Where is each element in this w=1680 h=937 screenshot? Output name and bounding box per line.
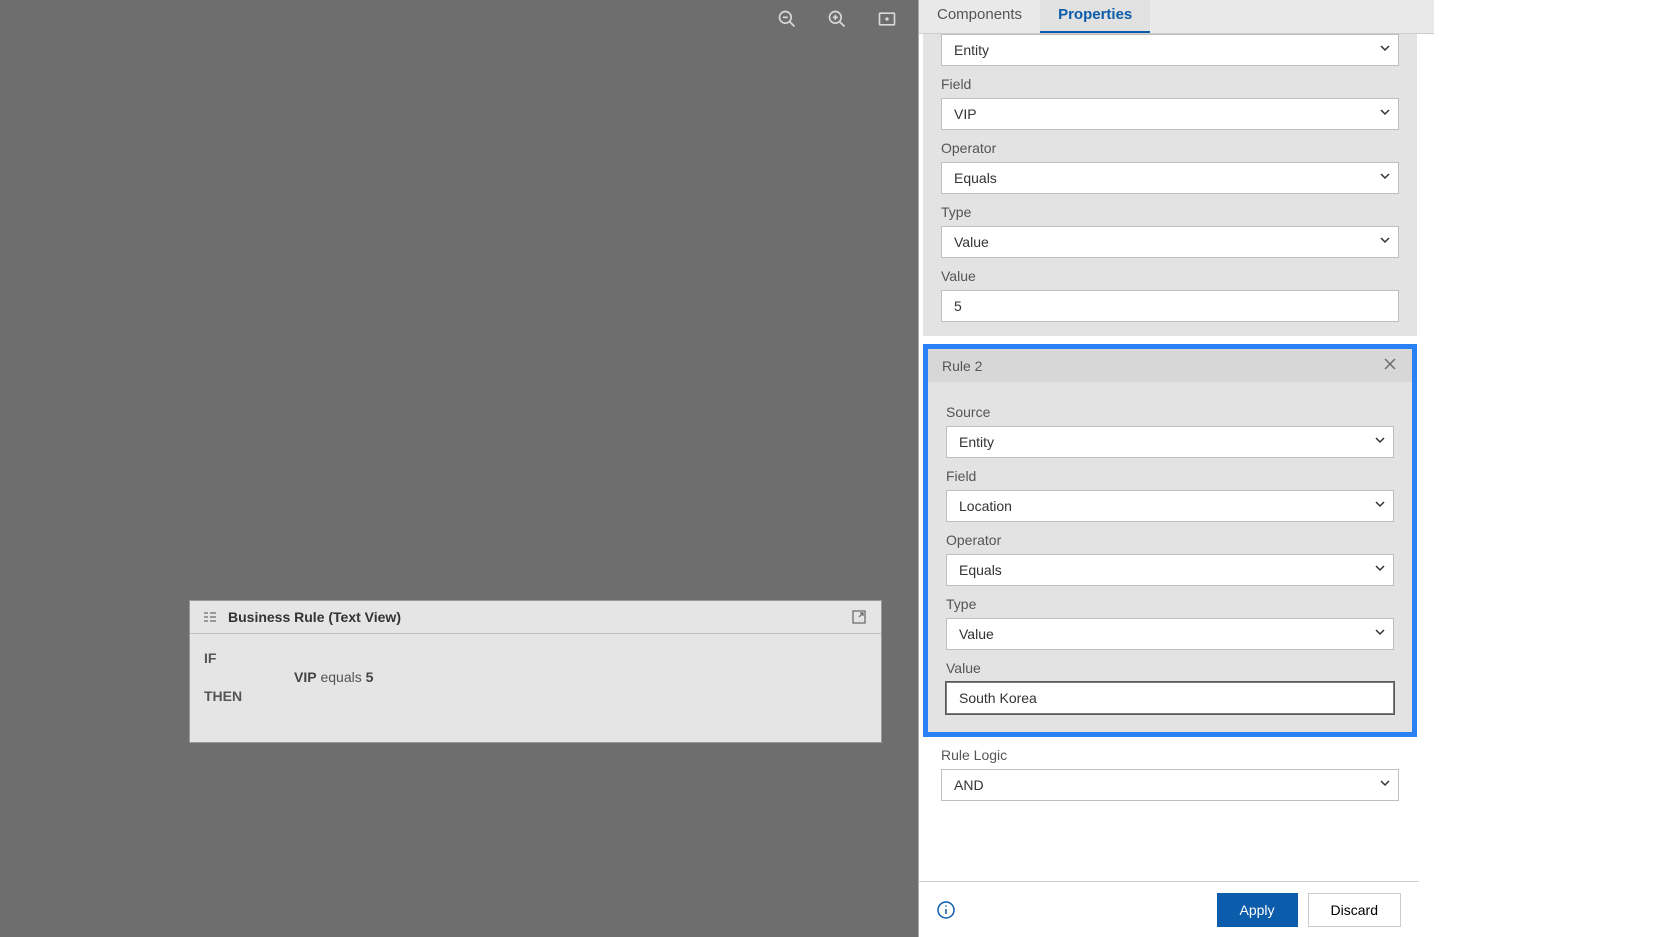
rule2-operator-dropdown[interactable] bbox=[946, 554, 1394, 586]
rule-logic-value[interactable] bbox=[941, 769, 1399, 801]
rule1-value-input[interactable] bbox=[941, 290, 1399, 322]
tab-properties[interactable]: Properties bbox=[1040, 0, 1150, 33]
rule2-source-value[interactable] bbox=[946, 426, 1394, 458]
rule1-field-label: Field bbox=[941, 76, 1399, 92]
business-rule-icon bbox=[202, 609, 218, 625]
rule2-source-label: Source bbox=[946, 404, 1394, 420]
canvas-toolbar bbox=[776, 8, 898, 30]
rule2-operator-group: Operator bbox=[946, 532, 1394, 586]
rule1-source-group bbox=[941, 34, 1399, 66]
rule1-value-group: Value bbox=[941, 268, 1399, 322]
maximize-icon[interactable] bbox=[851, 609, 869, 627]
rule2-type-value[interactable] bbox=[946, 618, 1394, 650]
rule2-header: Rule 2 bbox=[928, 349, 1412, 382]
rule1-field-value[interactable] bbox=[941, 98, 1399, 130]
properties-scroll-area[interactable]: Field Operator bbox=[919, 34, 1434, 881]
zoom-in-icon[interactable] bbox=[826, 8, 848, 30]
discard-button[interactable]: Discard bbox=[1308, 893, 1401, 927]
rule2-type-group: Type bbox=[946, 596, 1394, 650]
rule1-type-value[interactable] bbox=[941, 226, 1399, 258]
rule-logic-dropdown[interactable] bbox=[941, 769, 1399, 801]
rule1-value-label: Value bbox=[941, 268, 1399, 284]
rule2-operator-label: Operator bbox=[946, 532, 1394, 548]
rule1-operator-label: Operator bbox=[941, 140, 1399, 156]
rule2-source-dropdown[interactable] bbox=[946, 426, 1394, 458]
properties-tabs: Components Properties bbox=[919, 0, 1434, 34]
text-view-header: Business Rule (Text View) bbox=[190, 601, 881, 634]
rule1-field-group: Field bbox=[941, 76, 1399, 130]
text-view-rule-value: 5 bbox=[366, 669, 374, 685]
action-bar: Apply Discard bbox=[919, 881, 1419, 937]
text-view-rule-field: VIP bbox=[294, 669, 317, 685]
rule2-type-dropdown[interactable] bbox=[946, 618, 1394, 650]
business-rule-text-view-panel: Business Rule (Text View) IF VIP equals … bbox=[189, 600, 882, 743]
rule1-type-group: Type bbox=[941, 204, 1399, 258]
rule1-operator-value[interactable] bbox=[941, 162, 1399, 194]
rule2-value-input[interactable] bbox=[946, 682, 1394, 714]
rule2-operator-value[interactable] bbox=[946, 554, 1394, 586]
rule2-section: Rule 2 Source bbox=[923, 344, 1417, 737]
text-view-rule-operator: equals bbox=[320, 669, 361, 685]
rule2-value-label: Value bbox=[946, 660, 1394, 676]
rule1-field-dropdown[interactable] bbox=[941, 98, 1399, 130]
rule2-field-value[interactable] bbox=[946, 490, 1394, 522]
rule1-area: Field Operator bbox=[923, 34, 1417, 336]
rule2-source-group: Source bbox=[946, 404, 1394, 458]
rule-logic-area: Rule Logic bbox=[923, 737, 1417, 823]
text-view-body: IF VIP equals 5 THEN bbox=[190, 634, 881, 742]
right-panel: Components Properties bbox=[918, 0, 1680, 937]
rule2-field-group: Field bbox=[946, 468, 1394, 522]
info-icon[interactable] bbox=[937, 901, 955, 919]
rule2-field-label: Field bbox=[946, 468, 1394, 484]
canvas-area[interactable]: Business Rule (Text View) IF VIP equals … bbox=[0, 0, 918, 937]
rule2-title: Rule 2 bbox=[942, 358, 982, 374]
rule2-field-dropdown[interactable] bbox=[946, 490, 1394, 522]
tab-components[interactable]: Components bbox=[919, 0, 1040, 33]
zoom-out-icon[interactable] bbox=[776, 8, 798, 30]
rule1-type-label: Type bbox=[941, 204, 1399, 220]
fit-screen-icon[interactable] bbox=[876, 8, 898, 30]
rule1-operator-group: Operator bbox=[941, 140, 1399, 194]
rule2-value-group: Value bbox=[946, 660, 1394, 714]
rule1-source-dropdown[interactable] bbox=[941, 34, 1399, 66]
rule2-type-label: Type bbox=[946, 596, 1394, 612]
text-view-if: IF bbox=[204, 650, 867, 666]
text-view-rule-line: VIP equals 5 bbox=[294, 669, 867, 685]
close-icon[interactable] bbox=[1382, 356, 1398, 375]
right-empty-area bbox=[1434, 0, 1680, 937]
text-view-title: Business Rule (Text View) bbox=[228, 609, 401, 625]
rule1-type-dropdown[interactable] bbox=[941, 226, 1399, 258]
text-view-then: THEN bbox=[204, 688, 867, 704]
rule-logic-label: Rule Logic bbox=[941, 747, 1399, 763]
apply-button[interactable]: Apply bbox=[1217, 893, 1298, 927]
rule1-source-value[interactable] bbox=[941, 34, 1399, 66]
rule1-operator-dropdown[interactable] bbox=[941, 162, 1399, 194]
